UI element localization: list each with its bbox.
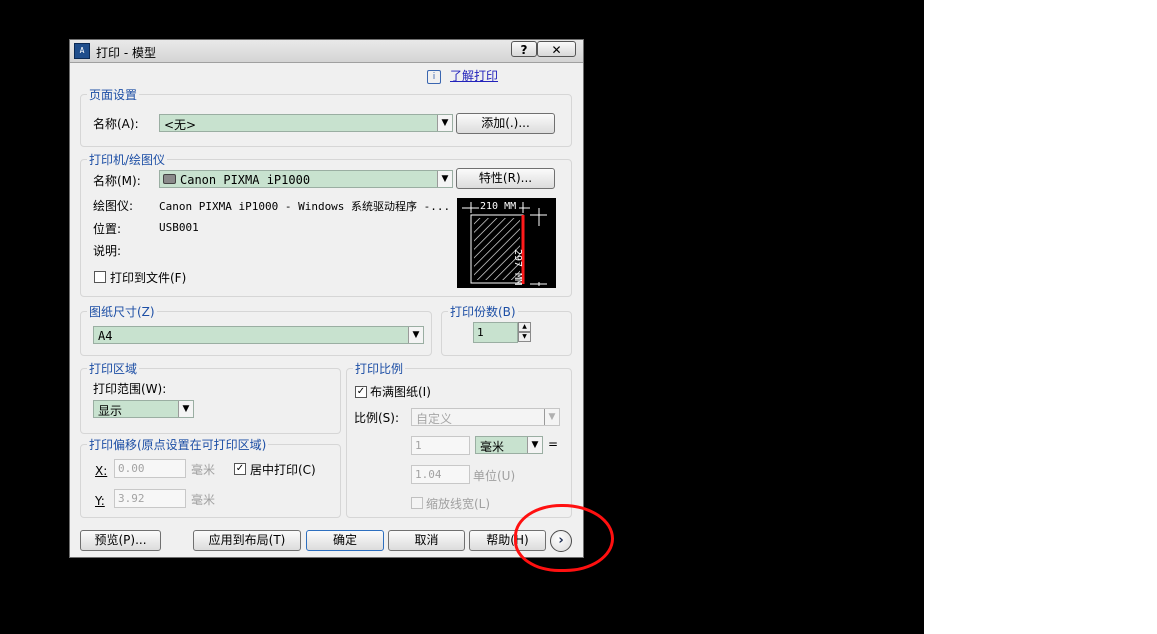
description-label: 说明: bbox=[93, 244, 122, 258]
plotter-value: Canon PIXMA iP1000 - Windows 系统驱动程序 -... bbox=[159, 200, 451, 213]
window-title: 打印 - 模型 bbox=[96, 46, 156, 60]
plot-offset-legend: 打印偏移(原点设置在可打印区域) bbox=[87, 436, 269, 453]
scale-lineweights-checkbox[interactable] bbox=[411, 497, 423, 509]
scale-unit-value: 毫米 bbox=[480, 440, 505, 454]
plot-scale-legend: 打印比例 bbox=[353, 360, 406, 377]
scale-select[interactable]: 自定义 ▼ bbox=[411, 408, 560, 426]
chevron-down-icon: ▼ bbox=[408, 327, 423, 343]
scale-value: 自定义 bbox=[416, 412, 453, 426]
title-bar[interactable]: A 打印 - 模型 ? ✕ bbox=[70, 40, 583, 63]
print-to-file-checkbox[interactable] bbox=[94, 271, 106, 283]
scale-unit-select[interactable]: 毫米 ▼ bbox=[475, 436, 543, 454]
offset-y-input[interactable]: 3.92 bbox=[114, 489, 186, 508]
scale-value2-input[interactable]: 1.04 bbox=[411, 465, 470, 484]
printer-name-value: Canon PIXMA iP1000 bbox=[180, 173, 311, 187]
what-to-plot-label: 打印范围(W): bbox=[93, 382, 167, 396]
page-setup-name-select[interactable]: <无> ▼ bbox=[159, 114, 453, 132]
chevron-down-icon: ▼ bbox=[437, 171, 452, 187]
print-dialog: A 打印 - 模型 ? ✕ i 了解打印 页面设置 名称(A): <无> ▼ 添… bbox=[69, 39, 584, 558]
center-plot-label: 居中打印(C) bbox=[250, 463, 316, 477]
page-setup-name-value: <无> bbox=[164, 118, 197, 132]
paper-height-label: 297 MM bbox=[512, 249, 523, 286]
autocad-icon: A bbox=[74, 43, 90, 59]
scale-lineweights-label: 缩放线宽(L) bbox=[426, 497, 491, 511]
copies-value[interactable]: 1 bbox=[473, 322, 518, 343]
plotter-label: 绘图仪: bbox=[93, 199, 134, 213]
apply-to-layout-button[interactable]: 应用到布局(T) bbox=[193, 530, 301, 551]
close-button[interactable]: ✕ bbox=[537, 41, 576, 57]
help-title-button[interactable]: ? bbox=[511, 41, 537, 57]
what-to-plot-value: 显示 bbox=[98, 404, 123, 418]
printer-name-select[interactable]: Canon PIXMA iP1000 ▼ bbox=[159, 170, 453, 188]
printer-icon bbox=[163, 174, 176, 184]
center-plot-checkbox[interactable]: ✓ bbox=[234, 463, 246, 475]
page-setup-name-label: 名称(A): bbox=[93, 117, 139, 131]
offset-x-unit: 毫米 bbox=[191, 463, 216, 477]
what-to-plot-select[interactable]: 显示 ▼ bbox=[93, 400, 194, 418]
location-label: 位置: bbox=[93, 222, 122, 236]
scale-label: 比例(S): bbox=[354, 411, 400, 425]
fit-to-paper-label: 布满图纸(I) bbox=[370, 385, 431, 399]
paper-size-legend: 图纸尺寸(Z) bbox=[87, 303, 157, 320]
printer-legend: 打印机/绘图仪 bbox=[87, 151, 168, 168]
add-page-setup-button[interactable]: 添加(.)... bbox=[456, 113, 555, 134]
paper-size-value: A4 bbox=[98, 329, 113, 343]
location-value: USB001 bbox=[159, 221, 199, 234]
printer-properties-button[interactable]: 特性(R)... bbox=[456, 168, 555, 189]
cancel-button[interactable]: 取消 bbox=[388, 530, 465, 551]
paper-size-select[interactable]: A4 ▼ bbox=[93, 326, 424, 344]
offset-x-label: X: bbox=[95, 464, 108, 478]
spin-down-icon[interactable]: ▼ bbox=[518, 332, 531, 342]
printer-name-label: 名称(M): bbox=[93, 174, 141, 188]
learn-plot-link[interactable]: 了解打印 bbox=[450, 67, 498, 84]
equals-sign: = bbox=[548, 437, 559, 451]
offset-y-label: Y: bbox=[95, 494, 105, 508]
copies-stepper[interactable]: 1 ▲ ▼ bbox=[473, 322, 532, 343]
chevron-down-icon: ▼ bbox=[437, 115, 452, 131]
page-setup-legend: 页面设置 bbox=[87, 86, 140, 103]
scale-unit-label: 单位(U) bbox=[473, 469, 516, 483]
paper-preview: 210 MM 297 MM bbox=[457, 198, 556, 288]
plot-area-legend: 打印区域 bbox=[87, 360, 140, 377]
spin-up-icon[interactable]: ▲ bbox=[518, 322, 531, 332]
scale-value1-input[interactable]: 1 bbox=[411, 436, 470, 455]
preview-button[interactable]: 预览(P)... bbox=[80, 530, 161, 551]
print-to-file-label: 打印到文件(F) bbox=[110, 271, 187, 285]
chevron-down-icon: ▼ bbox=[527, 437, 542, 453]
chevron-down-icon: ▼ bbox=[178, 401, 193, 417]
more-options-button[interactable]: › bbox=[550, 530, 572, 552]
help-button[interactable]: 帮助(H) bbox=[469, 530, 546, 551]
copies-legend: 打印份数(B) bbox=[448, 303, 518, 320]
fit-to-paper-checkbox[interactable]: ✓ bbox=[355, 386, 367, 398]
offset-x-input[interactable]: 0.00 bbox=[114, 459, 186, 478]
ok-button[interactable]: 确定 bbox=[306, 530, 384, 551]
offset-y-unit: 毫米 bbox=[191, 493, 216, 507]
info-icon: i bbox=[427, 70, 441, 84]
chevron-down-icon: ▼ bbox=[544, 409, 559, 425]
paper-width-label: 210 MM bbox=[480, 201, 517, 212]
